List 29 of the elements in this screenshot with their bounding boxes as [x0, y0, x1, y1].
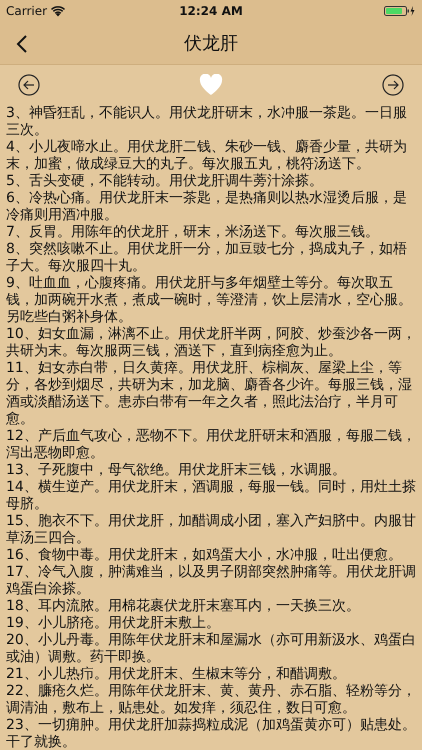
remedy-paragraph: 12、产后血气攻心，恶物不下。用伏龙肝研末和酒服，每服二钱，泻出恶物即愈。	[6, 428, 416, 462]
remedy-paragraph: 11、妇女赤白带，日久黄瘁。用伏龙肝、棕榈灰、屋梁上尘，等分，各炒到烟尽，共研为末，加龙脑、麝香各少许。每服三钱，湿酒或淡醋汤送下。患赤白带有一年之久者，照此法治疗，半月可愈。	[6, 360, 413, 428]
remedy-paragraph: 3、神昏狂乱，不能识人。用伏龙肝研末，水冲服一茶匙。一日服三次。	[6, 105, 408, 139]
next-button[interactable]	[382, 74, 404, 96]
remedy-paragraph: 17、冷气入腹，肿满难当，以及男子阴部突然肿痛等。用伏龙肝调鸡蛋白涂搽。	[6, 564, 416, 598]
remedy-paragraph: 16、食物中毒。用伏龙肝末，如鸡蛋大小，水冲服，吐出便愈。	[6, 547, 403, 564]
remedy-paragraph: 23、一切痈肿。用伏龙肝加蒜捣粒成泥（加鸡蛋黄亦可）贴患处。干了就换。	[6, 717, 416, 750]
remedy-paragraph: 5、舌头变硬，不能转动。用伏龙肝调牛蒡汁涂搽。	[6, 173, 324, 190]
remedy-paragraph: 18、耳内流脓。用棉花裹伏龙肝末塞耳内，一天换三次。	[6, 598, 361, 615]
wifi-icon	[51, 6, 66, 16]
remedy-paragraph: 15、胞衣不下。用伏龙肝，加醋调成小团，塞入产妇脐中。内服甘草汤三四合。	[6, 513, 416, 547]
remedy-paragraph: 7、反胃。用陈年的伏龙肝，研末，米汤送下。每次服三钱。	[6, 224, 380, 241]
remedy-paragraph: 8、突然咳嗽不止。用伏龙肝一分，加豆豉七分，捣成丸子，如梧子大。每次服四十丸。	[6, 241, 408, 275]
remedy-paragraph: 22、臁疮久烂。用陈年伏龙肝末、黄、黄丹、赤石脂、轻粉等分，调清油，敷布上，贴患处。如发痒，须忍住，数日可愈。	[6, 683, 416, 717]
remedy-paragraph: 14、横生逆产。用伏龙肝末，酒调服，每服一钱。同时，用灶土搽母脐。	[6, 479, 416, 513]
remedy-paragraph: 13、子死腹中，母气欲绝。用伏龙肝末三钱，水调服。	[6, 462, 347, 479]
remedy-paragraph: 6、冷热心痛。用伏龙肝末一茶匙，是热痛则以热水湿烫后服，是冷痛则用酒冲服。	[6, 190, 408, 224]
battery-icon	[384, 5, 416, 17]
page-title: 伏龙肝	[184, 32, 238, 55]
remedy-paragraph: 20、小儿丹毒。用陈年伏龙肝末和屋漏水（亦可用新汲水、鸡蛋白或油）调敷。药干即换。	[6, 632, 416, 666]
carrier-label: Carrier	[6, 4, 48, 18]
chevron-left-icon	[16, 34, 28, 54]
remedy-paragraph: 4、小儿夜啼水止。用伏龙肝二钱、朱砂一钱、麝香少量，共研为末，加蜜，做成绿豆大的丸子。每次服五丸，桃符汤送下。	[6, 139, 408, 173]
previous-button[interactable]	[18, 74, 40, 96]
remedy-paragraph: 9、吐血血，心腹疼痛。用伏龙肝与多年烟壁土等分。每次取五钱，加两碗开水煮，煮成一碗时，等澄清，饮上层清水，空心服。另吃些白粥补身体。	[6, 275, 413, 326]
status-time: 12:24 AM	[179, 4, 243, 18]
remedy-paragraph: 10、妇女血漏，淋漓不止。用伏龙肝半两，阿胶、炒蚕沙各一两，共研为末。每次服两三钱，酒送下，直到病痊愈为止。	[6, 326, 416, 360]
remedy-paragraph: 19、小儿脐疮。用伏龙肝末敷上。	[6, 615, 221, 632]
remedy-paragraph: 21、小儿热疖。用伏龙肝末、生椒末等分，和醋调敷。	[6, 666, 347, 683]
